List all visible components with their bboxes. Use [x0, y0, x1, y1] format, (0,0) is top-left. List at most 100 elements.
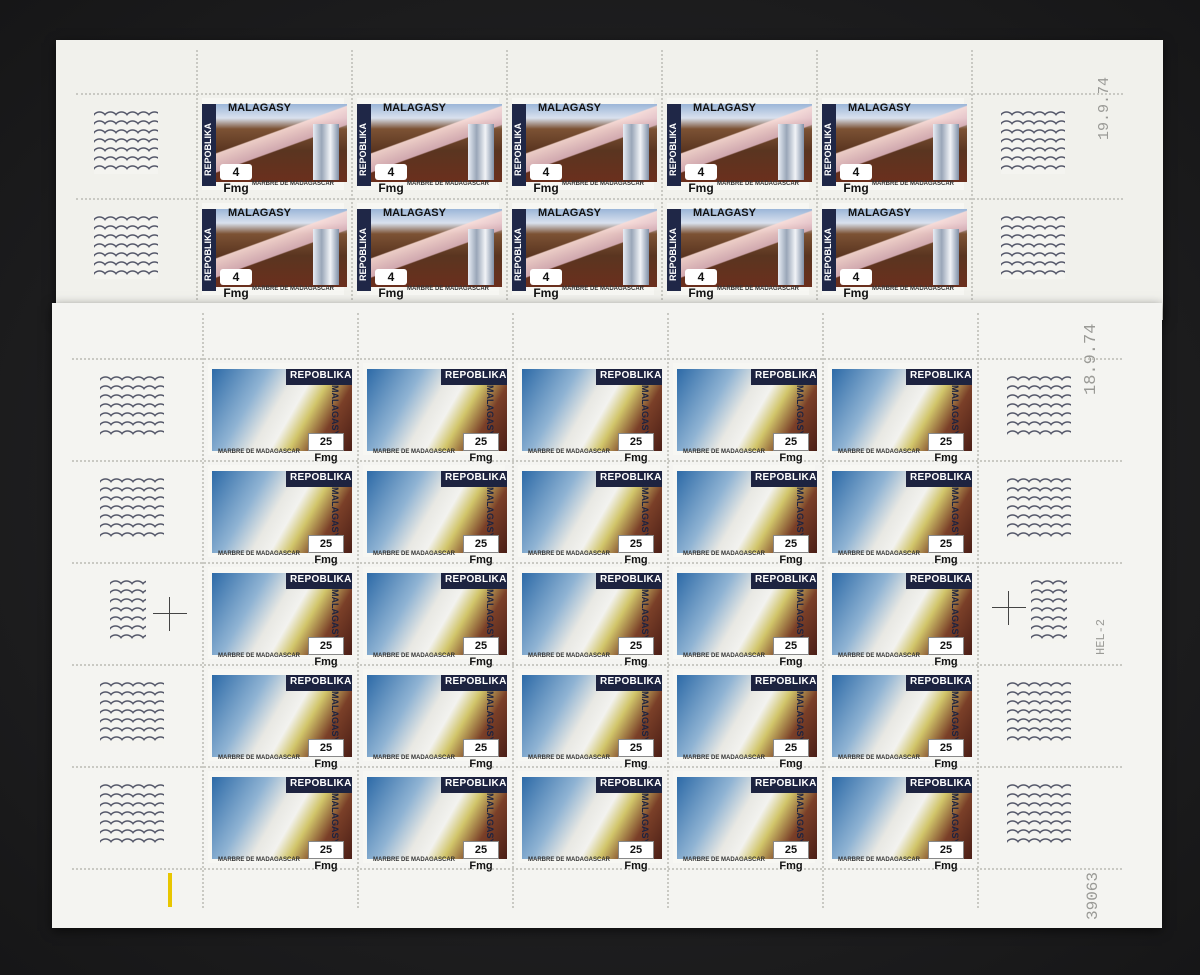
stamp-country-vertical: MALAGASY [950, 793, 960, 845]
perforation-column [351, 50, 353, 300]
stamp-country: REPOBLIKA [290, 472, 352, 483]
stamp-caption: MARBRE DE MADAGASCAR [683, 551, 765, 557]
stamp-country: MALAGASY [693, 102, 756, 114]
stamp-country: REPOBLIKA [600, 676, 662, 687]
registration-cross-left [153, 597, 187, 631]
stamp-country-vertical: MALAGASY [795, 691, 805, 743]
stamp-country: REPOBLIKA [445, 574, 507, 585]
stamp-country: REPOBLIKA [445, 778, 507, 789]
stamp: REPOBLIKA MALAGASY 25 Fmg MARBRE DE MADAGAS… [673, 363, 817, 464]
stamp-country: REPOBLIKA [910, 778, 972, 789]
stamp: REPOBLIKA MALAGASY 25 Fmg MARBRE DE MADAGAS… [828, 363, 972, 464]
registration-cross-right [992, 591, 1026, 625]
plate-code: HEL-2 [1094, 618, 1108, 655]
perforation-row [72, 358, 1122, 360]
stamp-value: 25 Fmg [308, 535, 344, 566]
stamp-value: 25 Fmg [928, 637, 964, 668]
perforation-column [977, 313, 979, 908]
margin-pattern-right [1001, 215, 1065, 279]
stamp: REPOBLIKA MALAGASY 25 Fmg MARBRE DE MADAGAS… [208, 771, 352, 872]
stamp-country-vertical: REPOBLIKA [668, 227, 678, 281]
stamp-country: MALAGASY [538, 102, 601, 114]
stamp-caption: MARBRE DE MADAGASCAR [218, 857, 300, 863]
stamp-caption: MARBRE DE MADAGASCAR [872, 181, 954, 187]
stamp-country: REPOBLIKA [290, 370, 352, 381]
stamp-caption: MARBRE DE MADAGASCAR [838, 653, 920, 659]
waterfall-artwork [778, 124, 804, 180]
stamp-country: REPOBLIKA [755, 472, 817, 483]
stamp: REPOBLIKA MALAGASY 4 Fmg MARBRE DE MADAGASC… [667, 203, 812, 300]
stamp-value: 25 Fmg [463, 841, 499, 872]
stamp-value: 25 Fmg [463, 739, 499, 770]
stamp-caption: MARBRE DE MADAGASCAR [218, 551, 300, 557]
stamp-country-vertical: MALAGASY [330, 691, 340, 743]
stamp-value: 25 Fmg [928, 433, 964, 464]
stamp-value: 4 Fmg [685, 164, 717, 195]
stamp: REPOBLIKA MALAGASY 25 Fmg MARBRE DE MADAGAS… [363, 771, 507, 872]
stamp: REPOBLIKA MALAGASY 25 Fmg MARBRE DE MADAGAS… [673, 465, 817, 566]
stamp-country: REPOBLIKA [910, 676, 972, 687]
stamp-country: REPOBLIKA [600, 778, 662, 789]
stamp-value: 25 Fmg [928, 535, 964, 566]
stamp-country-vertical: REPOBLIKA [513, 227, 523, 281]
stamp: REPOBLIKA MALAGASY 25 Fmg MARBRE DE MADAGAS… [363, 669, 507, 770]
stamp-value: 25 Fmg [618, 841, 654, 872]
stamp-caption: MARBRE DE MADAGASCAR [407, 181, 489, 187]
perforation-row [72, 460, 1122, 462]
stamp-country-vertical: MALAGASY [640, 691, 650, 743]
perforation-row [76, 93, 1123, 95]
perforation-column [822, 313, 824, 908]
stamp: REPOBLIKA MALAGASY 25 Fmg MARBRE DE MADAGAS… [208, 567, 352, 668]
waterfall-artwork [623, 124, 649, 180]
perforation-column [971, 50, 973, 300]
yellow-marker-line [168, 873, 172, 907]
stamp-country-vertical: MALAGASY [640, 793, 650, 845]
perforation-column [506, 50, 508, 300]
top-stamp-sheet: 19.9.74 REPOBLIKA MALAGASY 4 Fmg MARBRE DE … [56, 40, 1163, 320]
stamp-value: 4 Fmg [375, 164, 407, 195]
stamp-country-vertical: REPOBLIKA [203, 227, 213, 281]
stamp: REPOBLIKA MALAGASY 25 Fmg MARBRE DE MADAGAS… [828, 771, 972, 872]
stamp-value: 25 Fmg [773, 841, 809, 872]
margin-pattern-left [100, 783, 164, 847]
waterfall-artwork [468, 229, 494, 285]
bottom-stamp-sheet: 18.9.74 HEL-2 39063 REPOBLIKA MALAGASY 25 … [52, 303, 1162, 928]
stamp-caption: MARBRE DE MADAGASCAR [218, 449, 300, 455]
stamp-country-vertical: REPOBLIKA [823, 227, 833, 281]
margin-pattern-right [1007, 375, 1071, 439]
stamp-value: 25 Fmg [618, 433, 654, 464]
stamp: REPOBLIKA MALAGASY 25 Fmg MARBRE DE MADAGAS… [208, 669, 352, 770]
perforation-row [72, 868, 1122, 870]
stamp-country: REPOBLIKA [910, 370, 972, 381]
stamp: REPOBLIKA MALAGASY 25 Fmg MARBRE DE MADAGAS… [828, 465, 972, 566]
stamp: REPOBLIKA MALAGASY 25 Fmg MARBRE DE MADAGAS… [518, 669, 662, 770]
top-sheet-date: 19.9.74 [1096, 76, 1113, 140]
stamp-country-vertical: MALAGASY [330, 589, 340, 641]
waterfall-artwork [313, 229, 339, 285]
stamp-caption: MARBRE DE MADAGASCAR [218, 653, 300, 659]
margin-pattern-right [1007, 783, 1071, 847]
stamp-country-vertical: MALAGASY [485, 589, 495, 641]
margin-pattern-left [100, 681, 164, 745]
perforation-column [512, 313, 514, 908]
stamp-caption: MARBRE DE MADAGASCAR [528, 653, 610, 659]
stamp-country-vertical: MALAGASY [795, 487, 805, 539]
margin-pattern-left [94, 215, 158, 279]
stamp-caption: MARBRE DE MADAGASCAR [252, 286, 334, 292]
stamp-value: 25 Fmg [463, 637, 499, 668]
stamp-value: 25 Fmg [773, 739, 809, 770]
stamp-caption: MARBRE DE MADAGASCAR [373, 755, 455, 761]
stamp-country-vertical: MALAGASY [330, 385, 340, 437]
margin-pattern-right [1007, 477, 1071, 541]
stamp-caption: MARBRE DE MADAGASCAR [838, 755, 920, 761]
stamp-country-vertical: MALAGASY [330, 793, 340, 845]
stamp-value: 25 Fmg [773, 535, 809, 566]
stamp-value: 25 Fmg [773, 637, 809, 668]
stamp-value: 25 Fmg [618, 535, 654, 566]
perforation-column [667, 313, 669, 908]
stamp-country: MALAGASY [228, 207, 291, 219]
stamp-value: 4 Fmg [375, 269, 407, 300]
stamp: REPOBLIKA MALAGASY 4 Fmg MARBRE DE MADAGASC… [822, 98, 967, 195]
margin-pattern-left [94, 110, 158, 174]
waterfall-artwork [933, 229, 959, 285]
